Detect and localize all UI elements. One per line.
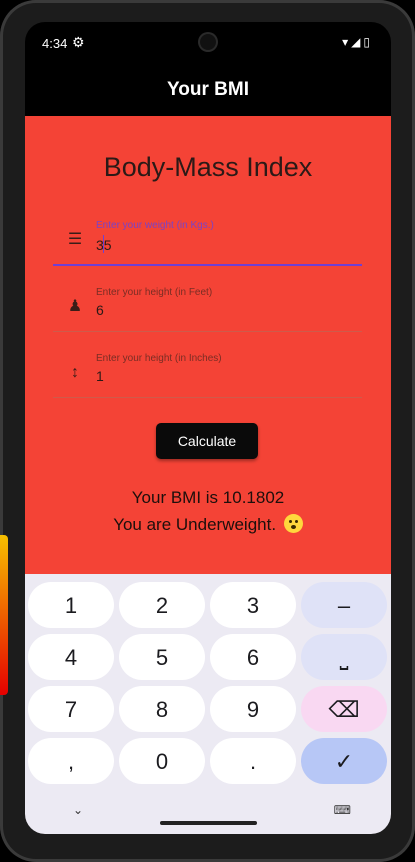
weight-label: Enter your weight (in Kgs.) bbox=[96, 220, 214, 231]
keyboard-icon[interactable]: ⌨ bbox=[334, 803, 351, 817]
vertical-arrows-icon: ↕ bbox=[71, 364, 79, 381]
calculate-button[interactable]: Calculate bbox=[156, 423, 258, 459]
content-area: Body-Mass Index ☰ Enter your weight (in … bbox=[25, 116, 391, 574]
chevron-down-icon[interactable]: ⌄ bbox=[73, 803, 83, 817]
height-feet-label: Enter your height (in Feet) bbox=[96, 287, 213, 298]
page-title: Body-Mass Index bbox=[103, 152, 313, 182]
bmi-category-text: You are Underweight. bbox=[113, 515, 277, 534]
signal-icon: ◢ bbox=[351, 35, 364, 49]
key-comma[interactable]: , bbox=[28, 738, 114, 784]
height-inches-value[interactable]: 1 bbox=[96, 368, 104, 384]
key-9[interactable]: 9 bbox=[210, 686, 296, 732]
key-6[interactable]: 6 bbox=[210, 634, 296, 680]
screen: 4:34 ⚙ ▾◢▯ Your BMI Body-Mass Index ☰ En… bbox=[25, 22, 391, 834]
weight-field[interactable]: ☰ Enter your weight (in Kgs.) 35 bbox=[53, 214, 362, 266]
person-icon: ♟ bbox=[67, 298, 83, 315]
height-inches-label: Enter your height (in Inches) bbox=[96, 353, 222, 364]
key-8[interactable]: 8 bbox=[119, 686, 205, 732]
key-0[interactable]: 0 bbox=[119, 738, 205, 784]
key-3[interactable]: 3 bbox=[210, 582, 296, 628]
app-title: Your BMI bbox=[167, 79, 249, 100]
camera-cutout bbox=[200, 34, 216, 50]
status-time: 4:34 bbox=[42, 36, 68, 51]
space-key[interactable]: ⎵ bbox=[301, 634, 387, 680]
done-key[interactable]: ✓ bbox=[301, 738, 387, 784]
key-4[interactable]: 4 bbox=[28, 634, 114, 680]
key-7[interactable]: 7 bbox=[28, 686, 114, 732]
key-2[interactable]: 2 bbox=[119, 582, 205, 628]
key-1[interactable]: 1 bbox=[28, 582, 114, 628]
neutral-face-icon bbox=[283, 514, 303, 533]
wifi-icon: ▾ bbox=[342, 35, 352, 49]
gear-icon: ⚙ bbox=[72, 34, 85, 50]
key-period[interactable]: . bbox=[210, 738, 296, 784]
text-caret bbox=[102, 235, 104, 253]
battery-icon: ▯ bbox=[363, 35, 373, 49]
numeric-keyboard: 1 2 3 – 4 5 6 ⎵ 7 8 9 ⌫ , 0 . ✓ ⌄ ⌨ bbox=[25, 574, 391, 834]
backspace-key[interactable]: ⌫ bbox=[301, 686, 387, 732]
app-bar: Your BMI bbox=[25, 64, 391, 116]
status-bar: 4:34 ⚙ ▾◢▯ bbox=[25, 22, 391, 64]
key-minus[interactable]: – bbox=[301, 582, 387, 628]
bmi-category: You are Underweight. bbox=[25, 514, 391, 535]
height-feet-value[interactable]: 6 bbox=[96, 302, 104, 318]
system-icons: ▾◢▯ bbox=[342, 35, 373, 49]
weight-value[interactable]: 35 bbox=[96, 235, 112, 253]
key-5[interactable]: 5 bbox=[119, 634, 205, 680]
bmi-result: Your BMI is 10.1802 bbox=[131, 488, 285, 507]
height-inches-field[interactable]: ↕ Enter your height (in Inches) 1 bbox=[53, 347, 362, 398]
home-gesture-bar[interactable] bbox=[160, 821, 257, 825]
scale-icon: ☰ bbox=[67, 231, 83, 248]
height-feet-field[interactable]: ♟ Enter your height (in Feet) 6 bbox=[53, 281, 362, 332]
side-decoration bbox=[0, 535, 8, 695]
